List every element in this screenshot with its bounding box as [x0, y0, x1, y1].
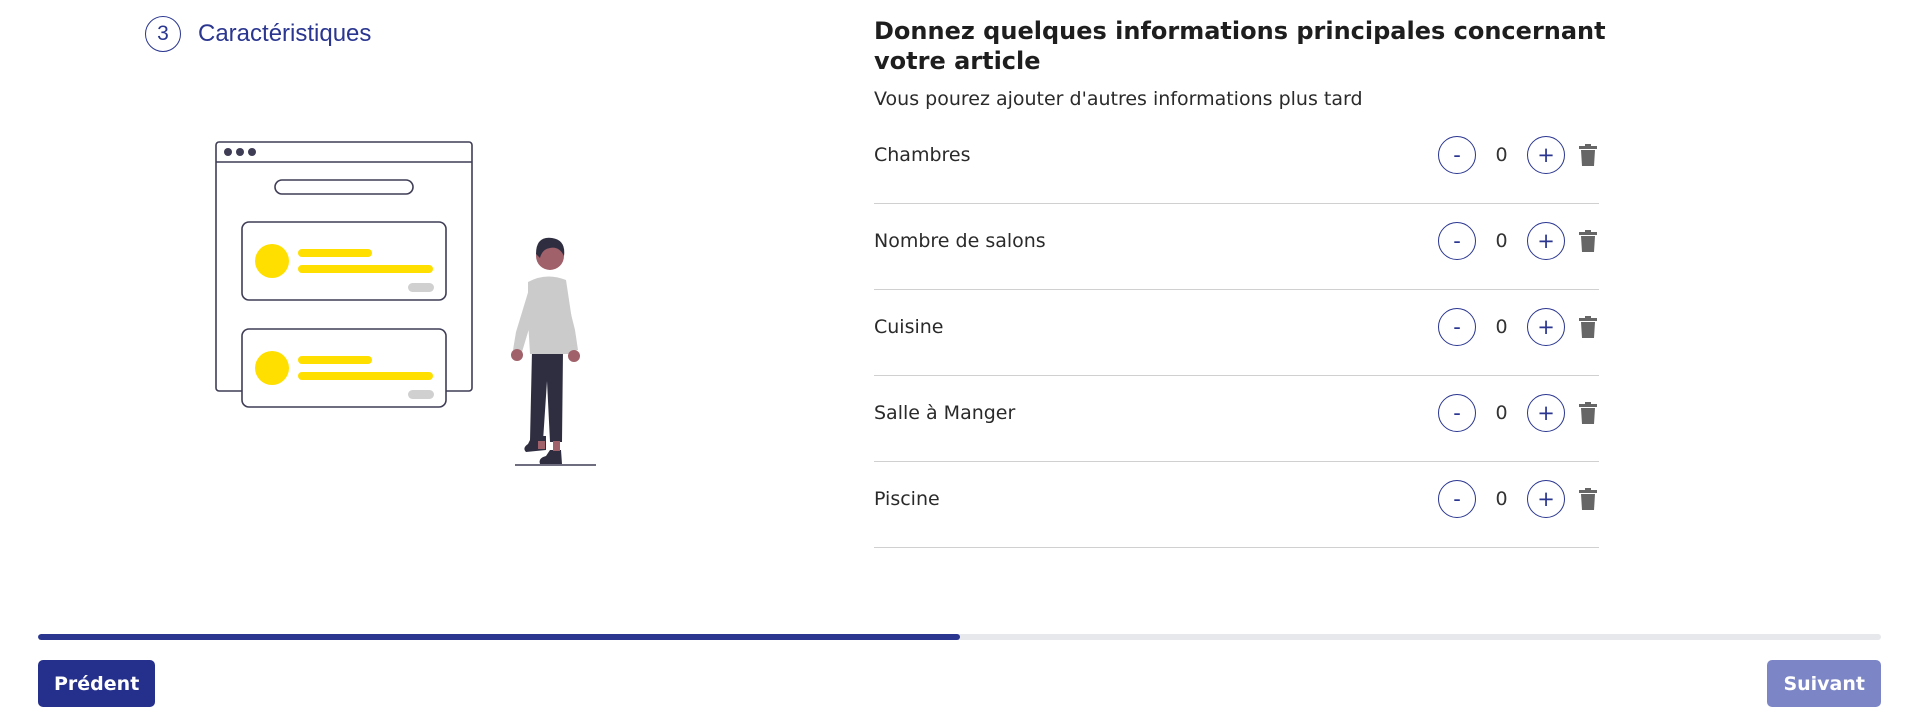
progress-bar-fill	[38, 634, 960, 640]
trash-icon[interactable]	[1577, 142, 1599, 168]
increment-button[interactable]: +	[1527, 393, 1565, 432]
step-title: Caractéristiques	[198, 20, 372, 47]
decrement-button[interactable]: -	[1438, 307, 1476, 346]
increment-button[interactable]: +	[1527, 479, 1565, 518]
quantity-stepper: - 0 +	[1438, 393, 1599, 432]
characteristics-form: Donnez quelques informations principales…	[874, 16, 1606, 548]
step-header: 3 Caractéristiques	[145, 16, 371, 52]
trash-icon[interactable]	[1577, 400, 1599, 426]
quantity-stepper: - 0 +	[1438, 136, 1599, 174]
illustration	[210, 136, 610, 475]
feature-row-salle-a-manger: Salle à Manger - 0 +	[874, 376, 1599, 462]
decrement-button[interactable]: -	[1438, 393, 1476, 432]
page: 3 Caractéristiques Donnez quelques infor…	[0, 0, 1908, 727]
quantity-value: 0	[1495, 487, 1508, 510]
feature-label: Cuisine	[874, 315, 944, 338]
feature-label: Nombre de salons	[874, 229, 1046, 252]
decrement-button[interactable]: -	[1438, 221, 1476, 260]
quantity-value: 0	[1495, 229, 1508, 252]
quantity-value: 0	[1495, 144, 1508, 166]
quantity-value: 0	[1495, 315, 1508, 338]
increment-button[interactable]: +	[1527, 307, 1565, 346]
previous-button[interactable]: Prédent	[38, 660, 156, 707]
feature-row-salons: Nombre de salons - 0 +	[874, 204, 1599, 290]
browser-window-graphic	[215, 141, 473, 408]
trash-icon[interactable]	[1577, 228, 1599, 254]
feature-row-chambres: Chambres - 0 +	[874, 119, 1599, 204]
decrement-button[interactable]: -	[1438, 136, 1476, 174]
increment-button[interactable]: +	[1527, 136, 1565, 174]
feature-row-piscine: Piscine - 0 +	[874, 462, 1599, 548]
feature-list: Chambres - 0 + Nombre de salons - 0 + Cu…	[874, 119, 1599, 548]
step-number-badge: 3	[145, 16, 181, 52]
quantity-stepper: - 0 +	[1438, 307, 1599, 346]
form-title: Donnez quelques informations principales…	[874, 17, 1606, 75]
website-person-illustration	[215, 141, 596, 466]
feature-label: Piscine	[874, 487, 940, 510]
feature-label: Salle à Manger	[874, 401, 1016, 424]
quantity-stepper: - 0 +	[1438, 479, 1599, 518]
progress-bar	[38, 634, 1881, 640]
decrement-button[interactable]: -	[1438, 479, 1476, 518]
quantity-value: 0	[1495, 401, 1508, 424]
quantity-stepper: - 0 +	[1438, 221, 1599, 260]
form-subtitle: Vous pourez ajouter d'autres information…	[874, 88, 1363, 110]
next-button[interactable]: Suivant	[1767, 660, 1881, 707]
trash-icon[interactable]	[1577, 314, 1599, 340]
feature-row-cuisine: Cuisine - 0 +	[874, 290, 1599, 376]
person-graphic	[511, 237, 596, 466]
feature-label: Chambres	[874, 144, 971, 166]
increment-button[interactable]: +	[1527, 221, 1565, 260]
trash-icon[interactable]	[1577, 486, 1599, 512]
